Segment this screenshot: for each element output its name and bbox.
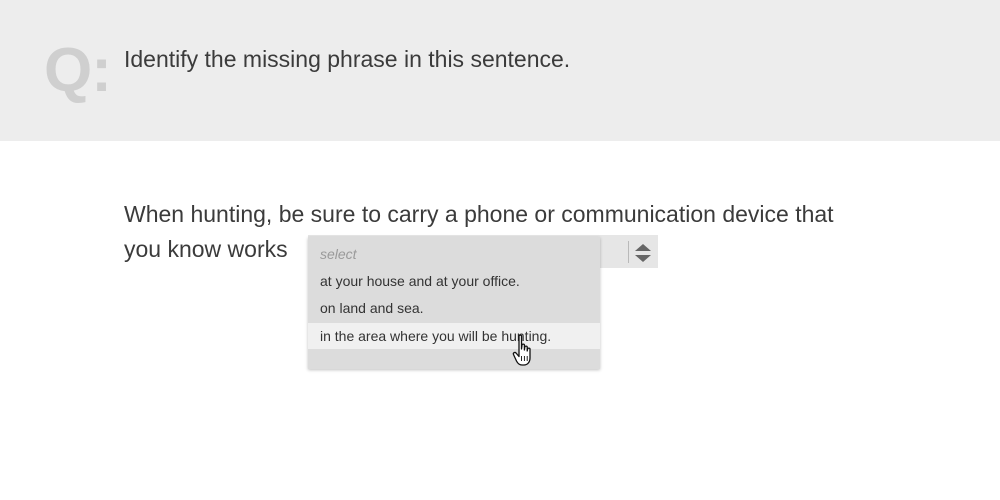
dropdown-list: select at your house and at your office.… [308, 237, 600, 369]
dropdown-placeholder[interactable]: select [308, 241, 600, 267]
q-label: Q: [44, 36, 112, 105]
select-divider [628, 241, 629, 263]
dropdown-option[interactable]: at your house and at your office. [308, 268, 600, 294]
dropdown-option[interactable]: on land and sea. [308, 295, 600, 321]
sentence-line-2: you know works [124, 236, 288, 262]
question-header: Q: Identify the missing phrase in this s… [0, 0, 1000, 141]
dropdown-option-hovered[interactable]: in the area where you will be hunting. [308, 323, 600, 349]
up-down-chevron-icon[interactable] [634, 242, 652, 264]
sentence-line-1: When hunting, be sure to carry a phone o… [124, 201, 834, 227]
hand-pointer-icon [512, 334, 531, 366]
question-text: Identify the missing phrase in this sent… [124, 46, 571, 72]
